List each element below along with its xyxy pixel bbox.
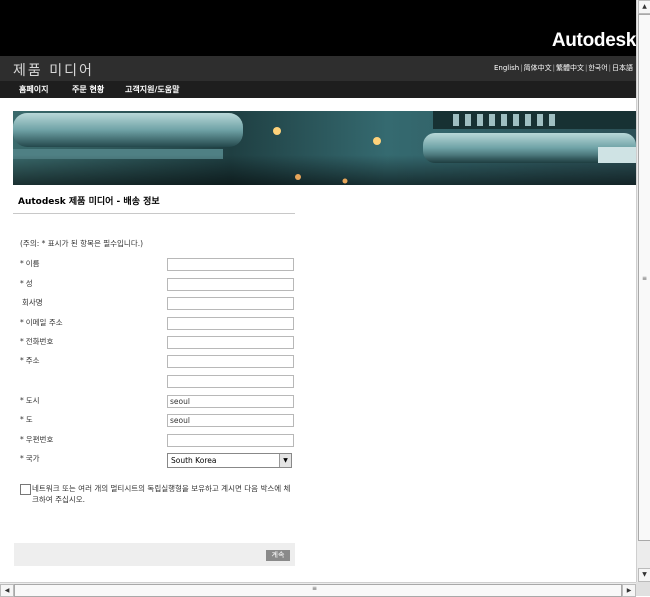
network-license-row: 네트워크 또는 여러 개의 멀티시트의 독립실행형을 보유하고 계시면 다음 박… [20, 483, 292, 505]
label-province: * 도 [20, 415, 33, 424]
language-links: English|简体中文|繁體中文|한국어|日本語 [493, 64, 633, 72]
scroll-down-icon[interactable]: ▼ [638, 568, 650, 582]
address-line1-input[interactable] [167, 355, 294, 368]
page-heading: Autodesk 제품 미디어 - 배송 정보 [18, 197, 160, 207]
label-phone: * 전화번호 [20, 337, 54, 346]
page-viewport: Autodesk 제품 미디어 English|简体中文|繁體中文|한국어|日本… [0, 0, 636, 582]
province-input[interactable] [167, 414, 294, 427]
label-first-name: * 이름 [20, 259, 40, 268]
top-bar: Autodesk [0, 0, 636, 56]
nav-item-home[interactable]: 홈페이지 [19, 84, 48, 95]
first-name-input[interactable] [167, 258, 294, 271]
label-postal-code: * 우편번호 [20, 435, 54, 444]
required-note: (주의: * 표시가 된 항목은 필수입니다.) [20, 239, 144, 248]
vertical-scroll-thumb[interactable]: ≡ [638, 14, 650, 541]
network-license-label: 네트워크 또는 여러 개의 멀티시트의 독립실행형을 보유하고 계시면 다음 박… [32, 484, 291, 504]
company-input[interactable] [167, 297, 294, 310]
horizontal-scrollbar[interactable]: ◀ ≡ ▶ [0, 582, 636, 597]
country-select[interactable]: South Korea ▼ [167, 453, 292, 468]
chevron-down-icon[interactable]: ▼ [279, 454, 291, 467]
country-selected-value: South Korea [171, 456, 217, 465]
site-title: 제품 미디어 [13, 63, 94, 79]
network-license-checkbox[interactable] [20, 484, 31, 495]
email-input[interactable] [167, 317, 294, 330]
lang-link-traditional-chinese[interactable]: 繁體中文 [556, 64, 584, 72]
lang-link-simplified-chinese[interactable]: 简体中文 [524, 64, 552, 72]
vertical-scrollbar[interactable]: ▲ ≡ ▼ [636, 0, 650, 582]
last-name-input[interactable] [167, 278, 294, 291]
scroll-up-icon[interactable]: ▲ [638, 0, 650, 14]
phone-input[interactable] [167, 336, 294, 349]
horizontal-scroll-thumb[interactable]: ≡ [14, 584, 622, 597]
label-address: * 주소 [20, 356, 40, 365]
title-bar: 제품 미디어 English|简体中文|繁體中文|한국어|日本語 [0, 56, 636, 81]
city-input[interactable] [167, 395, 294, 408]
divider [13, 213, 295, 214]
label-last-name: * 성 [20, 279, 33, 288]
address-line2-input[interactable] [167, 375, 294, 388]
label-city: * 도시 [20, 396, 40, 405]
autodesk-logo[interactable]: Autodesk [552, 30, 636, 52]
postal-code-input[interactable] [167, 434, 294, 447]
continue-button[interactable]: 계속 [266, 550, 290, 561]
nav-item-order-status[interactable]: 주문 현황 [72, 84, 104, 95]
label-company: 회사명 [22, 298, 43, 307]
label-country: * 국가 [20, 454, 40, 463]
form-footer-bar [14, 543, 295, 566]
banner-image [13, 111, 636, 185]
label-email: * 이메일 주소 [20, 318, 63, 327]
grip-icon: ≡ [312, 585, 318, 592]
scroll-right-icon[interactable]: ▶ [622, 584, 636, 597]
lang-link-korean[interactable]: 한국어 [588, 64, 607, 72]
grip-icon: ≡ [642, 275, 648, 282]
scroll-left-icon[interactable]: ◀ [0, 584, 14, 597]
lang-link-english[interactable]: English [494, 64, 519, 72]
lang-link-japanese[interactable]: 日本語 [612, 64, 633, 72]
nav-item-support[interactable]: 고객지원/도움말 [125, 84, 179, 95]
nav-bar: 홈페이지 주문 현황 고객지원/도움말 [0, 81, 636, 98]
scrollbar-corner [636, 582, 650, 596]
